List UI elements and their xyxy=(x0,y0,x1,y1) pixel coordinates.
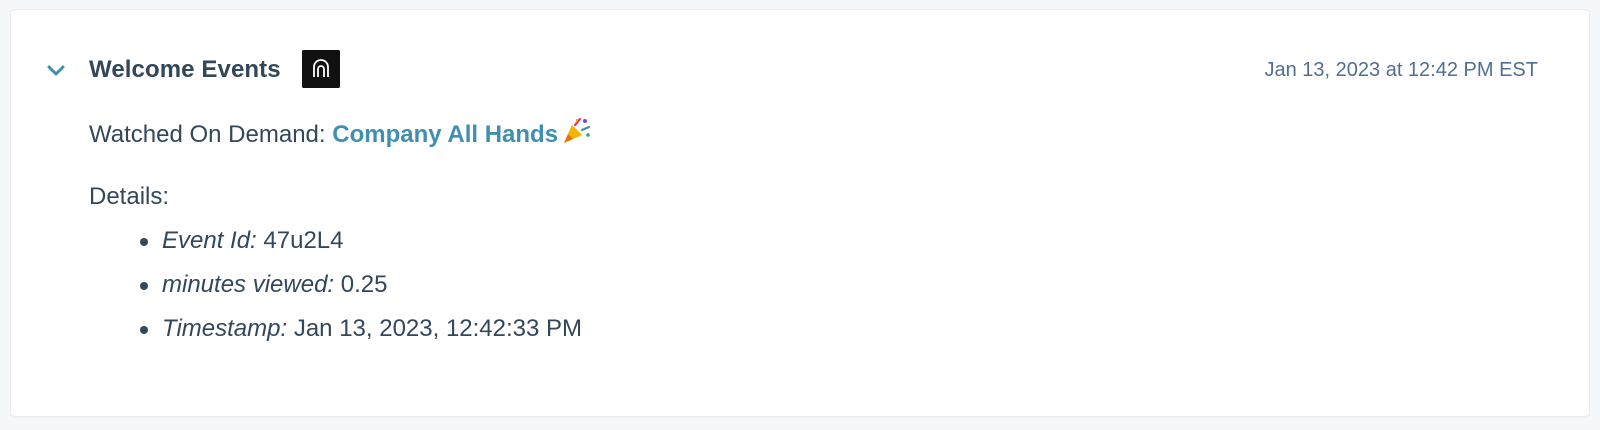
bullet-icon xyxy=(140,238,148,246)
detail-value: Jan 13, 2023, 12:42:33 PM xyxy=(287,315,583,342)
detail-value: 47u2L4 xyxy=(256,227,344,254)
doorway-logo-icon xyxy=(302,50,340,88)
detail-value: 0.25 xyxy=(334,271,388,298)
detail-item-timestamp: Timestamp: Jan 13, 2023, 12:42:33 PM xyxy=(138,314,582,358)
details-list: Event Id: 47u2L4 minutes viewed: 0.25 Ti… xyxy=(138,226,582,358)
watched-prefix: Watched On Demand: xyxy=(89,121,333,148)
detail-key: minutes viewed: xyxy=(162,271,335,298)
event-title: Welcome Events xyxy=(89,56,281,83)
detail-key: Event Id: xyxy=(162,227,257,254)
event-timestamp: Jan 13, 2023 at 12:42 PM EST xyxy=(1264,59,1538,81)
detail-item-minutes-viewed: minutes viewed: 0.25 xyxy=(138,270,582,314)
chevron-down-icon[interactable] xyxy=(45,62,67,80)
detail-key: Timestamp: xyxy=(162,315,288,342)
details-label: Details: xyxy=(89,183,170,210)
watched-line: Watched On Demand: Company All Hands xyxy=(89,117,591,149)
event-name-link[interactable]: Company All Hands xyxy=(332,121,558,148)
detail-item-event-id: Event Id: 47u2L4 xyxy=(138,226,582,270)
bullet-icon xyxy=(140,282,148,290)
party-popper-icon xyxy=(564,117,591,143)
bullet-icon xyxy=(140,326,148,334)
timeline-event-card: Welcome Events Jan 13, 2023 at 12:42 PM … xyxy=(11,10,1589,416)
